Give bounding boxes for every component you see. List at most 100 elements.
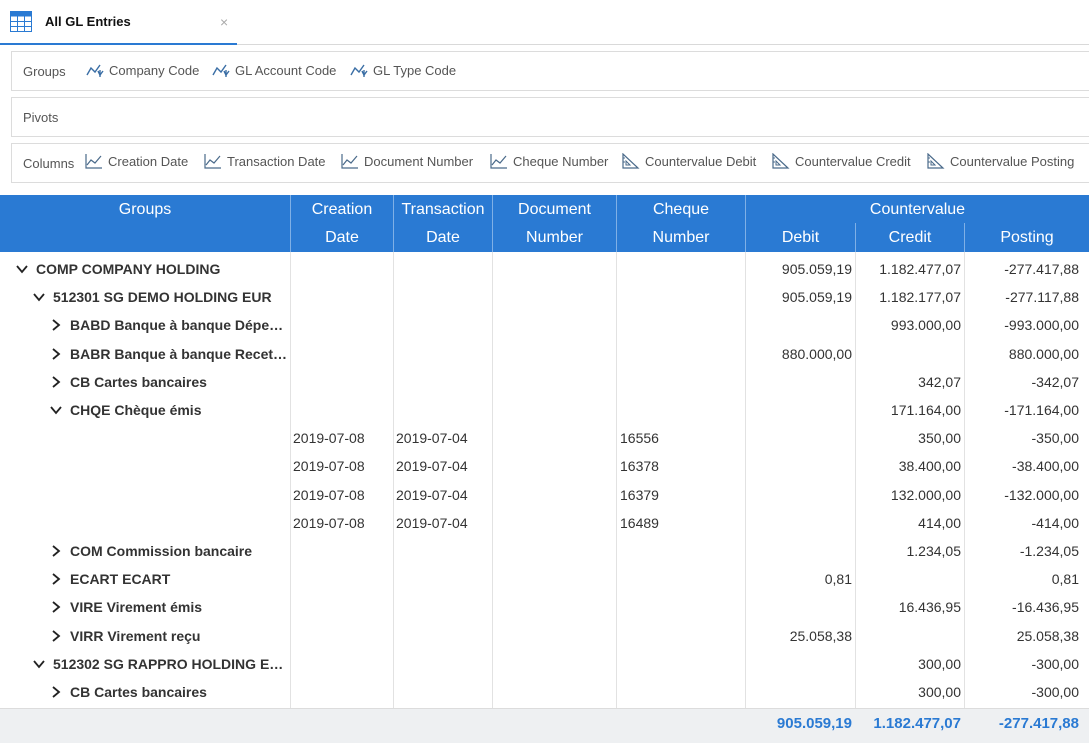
creation-date-cell [293, 565, 391, 593]
document-number-cell [496, 622, 614, 650]
total-posting: -277.417,88 [998, 715, 1079, 732]
document-number-cell [496, 311, 614, 339]
cheque-number-cell [620, 650, 742, 678]
document-number-cell [496, 340, 614, 368]
group-row[interactable]: VIRE Virement émis 16.436,95 -16.436,95 [0, 593, 1089, 621]
debit-cell [746, 368, 852, 396]
header-posting[interactable]: Posting [965, 223, 1089, 252]
group-row[interactable]: BABR Banque à banque Recettes 880.000,00 8… [0, 340, 1089, 368]
group-chip-label: GL Account Code [235, 62, 337, 78]
group-chip-gl-account-code[interactable]: GL Account Code [212, 62, 336, 78]
header-cheque-line2[interactable]: Number [617, 223, 746, 252]
transaction-date-cell [396, 537, 491, 565]
group-row[interactable]: ECART ECART 0,81 0,81 [0, 565, 1089, 593]
chevron-right-icon[interactable] [50, 311, 64, 339]
debit-cell: 905.059,19 [781, 261, 852, 277]
debit-cell: 0,81 [824, 571, 852, 588]
group-row[interactable]: CB Cartes bancaires 300,00 -300,00 [0, 678, 1089, 706]
posting-cell: -16.436,95 [1012, 599, 1079, 616]
chevron-down-icon[interactable] [16, 255, 30, 283]
close-icon[interactable]: × [220, 14, 228, 30]
group-name: VIRR Virement reçu [70, 627, 201, 644]
group-row[interactable]: CB Cartes bancaires 342,07 -342,07 [0, 368, 1089, 396]
credit-cell: 300,00 [918, 655, 961, 672]
posting-cell: -414,00 [1031, 514, 1079, 531]
chevron-right-icon[interactable] [50, 622, 64, 650]
group-row[interactable]: 512302 SG RAPPRO HOLDING EUR 300,00 -300,0… [0, 650, 1089, 678]
table-row[interactable]: 2019-07-08 2019-07-04 16489 414,00 -414,00 [0, 509, 1089, 537]
chevron-right-icon[interactable] [50, 678, 64, 706]
line-chart-icon [490, 154, 507, 169]
posting-cell: -342,07 [1031, 373, 1079, 390]
table-row[interactable]: 2019-07-08 2019-07-04 16378 38.400,00 -38.40… [0, 452, 1089, 480]
group-name: BABR Banque à banque Recettes [70, 345, 288, 362]
group-row[interactable]: VIRR Virement reçu 25.058,38 25.058,38 [0, 622, 1089, 650]
column-chip-document-number[interactable]: Document Number [341, 153, 473, 169]
header-creation-line1[interactable]: Creation [291, 195, 394, 225]
creation-date-cell: 2019-07-08 [293, 430, 365, 447]
credit-cell: 38.400,00 [898, 458, 961, 475]
column-chip-cheque-number[interactable]: Cheque Number [490, 153, 608, 169]
credit-cell: 1.182.177,07 [879, 289, 961, 306]
creation-date-cell [293, 255, 391, 283]
column-chip-countervalue-credit[interactable]: Countervalue Credit [772, 153, 911, 169]
credit-cell: 16.436,95 [898, 599, 961, 616]
group-row[interactable]: BABD Banque à banque Dépen… 993.000,00 -99… [0, 311, 1089, 339]
header-creation-line2[interactable]: Date [291, 223, 394, 252]
column-chip-countervalue-posting[interactable]: Countervalue Posting [927, 153, 1074, 169]
document-number-cell [496, 368, 614, 396]
tab-all-gl-entries[interactable]: All GL Entries × [0, 0, 237, 45]
gl-entries-grid: Groups Creation Date Transaction Date Do… [0, 195, 1089, 743]
header-debit[interactable]: Debit [746, 223, 856, 252]
header-cheque-line1[interactable]: Cheque [617, 195, 746, 225]
ruler-triangle-icon [622, 153, 640, 169]
table-row[interactable]: 2019-07-08 2019-07-04 16556 350,00 -350,00 [0, 424, 1089, 452]
credit-cell: 414,00 [918, 514, 961, 531]
header-transaction-line1[interactable]: Transaction [394, 195, 493, 225]
credit-cell [856, 340, 961, 368]
chevron-down-icon[interactable] [33, 283, 47, 311]
header-groups[interactable]: Groups [0, 195, 291, 252]
chevron-right-icon[interactable] [50, 340, 64, 368]
pivots-label: Pivots [23, 110, 59, 125]
posting-cell: 0,81 [1051, 571, 1079, 588]
credit-cell: 300,00 [918, 684, 961, 700]
group-row[interactable]: COMP COMPANY HOLDING 905.059,19 1.182.477,… [0, 255, 1089, 283]
chevron-right-icon[interactable] [50, 565, 64, 593]
credit-cell: 132.000,00 [890, 486, 961, 503]
debit-cell [746, 452, 852, 480]
posting-cell: -171.164,00 [1004, 402, 1079, 418]
creation-date-cell [293, 650, 391, 678]
header-countervalue: Countervalue [869, 201, 966, 218]
chevron-right-icon[interactable] [50, 537, 64, 565]
chevron-down-icon[interactable] [50, 396, 64, 424]
cheque-number-cell [620, 255, 742, 283]
header-document-line1[interactable]: Document [493, 195, 617, 225]
column-chip-label: Document Number [364, 153, 474, 169]
column-chip-transaction-date[interactable]: Transaction Date [204, 153, 326, 169]
column-chip-creation-date[interactable]: Creation Date [85, 153, 188, 169]
cheque-number-cell: 16379 [620, 486, 659, 503]
header-document-line2[interactable]: Number [493, 223, 617, 252]
pivots-bar[interactable]: Pivots [11, 97, 1089, 137]
column-chip-countervalue-debit[interactable]: Countervalue Debit [622, 153, 756, 169]
header-credit[interactable]: Credit [856, 223, 965, 252]
cheque-number-cell: 16378 [620, 458, 659, 475]
group-row[interactable]: COM Commission bancaire 1.234,05 -1.234,05 [0, 537, 1089, 565]
group-chip-company-code[interactable]: Company Code [86, 62, 199, 78]
group-chip-gl-type-code[interactable]: GL Type Code [350, 62, 456, 78]
group-row[interactable]: 512301 SG DEMO HOLDING EUR 905.059,19 1.18… [0, 283, 1089, 311]
chevron-right-icon[interactable] [50, 593, 64, 621]
column-chip-label: Cheque Number [513, 153, 609, 169]
table-row[interactable]: 2019-07-08 2019-07-04 16379 132.000,00 -132.… [0, 481, 1089, 509]
document-number-cell [496, 255, 614, 283]
chevron-down-icon[interactable] [33, 650, 47, 678]
posting-cell: 880.000,00 [1008, 345, 1079, 362]
header-transaction-line2[interactable]: Date [394, 223, 493, 252]
line-chart-icon [341, 154, 358, 169]
cheque-number-cell [620, 340, 742, 368]
group-row[interactable]: CHQE Chèque émis 171.164,00 -171.164,00 [0, 396, 1089, 424]
debit-cell [746, 678, 852, 706]
chevron-right-icon[interactable] [50, 368, 64, 396]
posting-cell: -300,00 [1031, 655, 1079, 672]
